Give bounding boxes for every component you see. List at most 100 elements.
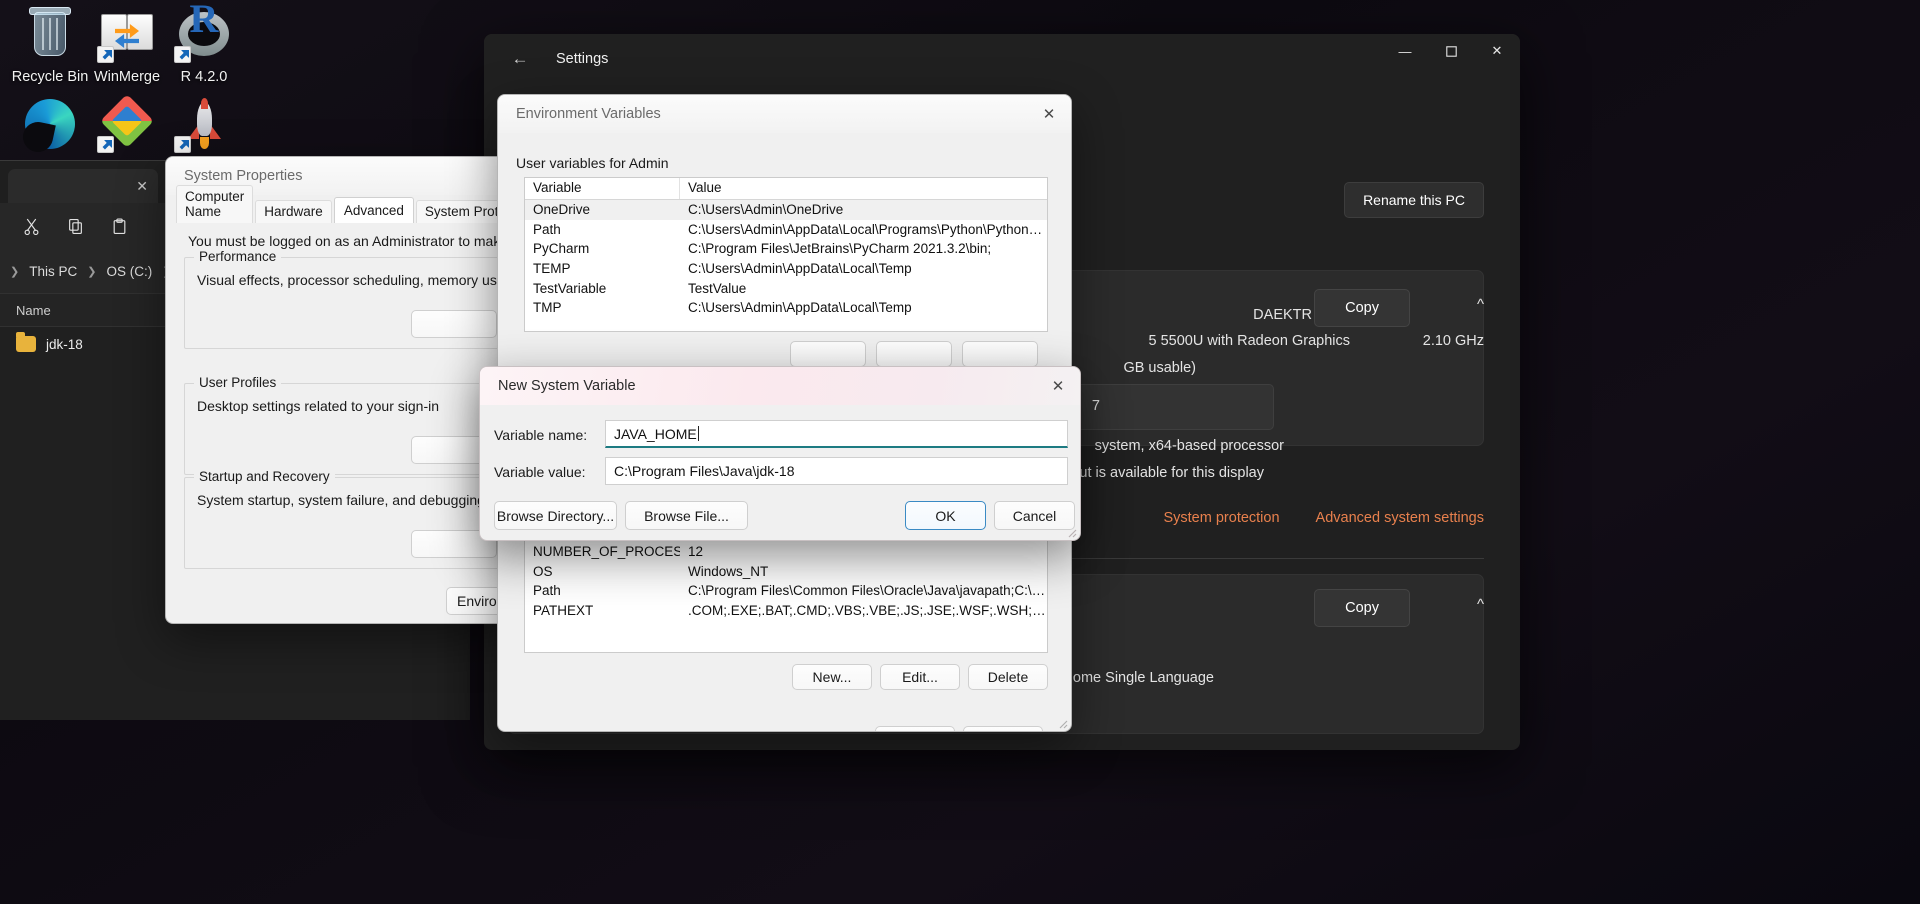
table-row[interactable]: TestVariable TestValue: [525, 278, 1047, 298]
processor-speed-value: 2.10 GHz: [1422, 333, 1484, 349]
paste-icon[interactable]: [100, 210, 138, 242]
close-button[interactable]: ✕: [1474, 34, 1520, 68]
desktop-icon-label: R 4.2.0: [180, 69, 228, 85]
variable-name-label: Variable name:: [494, 427, 588, 443]
system-delete-button[interactable]: Delete: [968, 664, 1048, 690]
table-row[interactable]: PyCharm C:\Program Files\JetBrains\PyChar…: [525, 239, 1047, 259]
variable-name-value: JAVA_HOME: [614, 425, 697, 442]
processor-value: 5 5500U with Radeon Graphics: [1148, 333, 1350, 349]
close-icon[interactable]: ✕: [1027, 95, 1071, 133]
tab-strip[interactable]: Computer Name Hardware Advanced System P…: [176, 185, 522, 223]
performance-group: Performance Visual effects, processor sc…: [184, 249, 522, 349]
related-links[interactable]: System protection Advanced system settin…: [1163, 510, 1484, 526]
variable-value-input[interactable]: C:\Program Files\Java\jdk-18: [605, 457, 1068, 485]
settings-titlebar[interactable]: ← Settings — ✕: [484, 34, 1520, 84]
desktop-icon-rocket[interactable]: [154, 96, 254, 159]
table-cell-value: 12: [688, 544, 704, 560]
variable-value-label: Variable value:: [494, 464, 586, 480]
chevron-right-icon: ❯: [10, 265, 20, 278]
device-id-value: 7: [1091, 398, 1100, 414]
tab-hardware[interactable]: Hardware: [255, 200, 332, 223]
startup-recovery-group: Startup and Recovery System startup, sys…: [184, 469, 522, 569]
link-advanced-system-settings[interactable]: Advanced system settings: [1316, 510, 1484, 526]
device-name-value: DAEKTR: [1253, 307, 1312, 323]
new-system-variable-body: Variable name: JAVA_HOME Variable value:…: [480, 405, 1080, 540]
breadcrumb-item-0[interactable]: This PC: [24, 261, 82, 282]
rename-pc-button[interactable]: Rename this PC: [1344, 182, 1484, 218]
user-variables-label: User variables for Admin: [516, 155, 669, 171]
environment-variables-titlebar[interactable]: Environment Variables ✕: [498, 95, 1071, 133]
browse-file-button[interactable]: Browse File...: [625, 501, 748, 530]
table-cell-variable: TEMP: [533, 261, 571, 277]
user-new-button[interactable]: [790, 341, 866, 367]
user-edit-button[interactable]: [876, 341, 952, 367]
close-icon[interactable]: ✕: [136, 178, 148, 195]
winmerge-icon: [97, 6, 155, 63]
device-id-box[interactable]: [1074, 384, 1274, 430]
table-cell-value: C:\Users\Admin\AppData\Local\Temp: [688, 300, 912, 316]
back-arrow-icon[interactable]: ←: [508, 49, 532, 69]
dialog-title: Environment Variables: [516, 106, 661, 122]
tab-advanced[interactable]: Advanced: [333, 197, 414, 223]
performance-group-label: Performance: [194, 249, 282, 264]
breadcrumb-item-1[interactable]: OS (C:): [101, 261, 157, 282]
performance-settings-button[interactable]: [411, 310, 497, 338]
system-properties-dialog[interactable]: System Properties Computer Name Hardware…: [165, 156, 523, 624]
cut-icon[interactable]: [12, 210, 50, 242]
table-row[interactable]: TMP C:\Users\Admin\AppData\Local\Temp: [525, 298, 1047, 318]
new-system-variable-dialog[interactable]: New System Variable ✕ Variable name: JAV…: [479, 366, 1081, 541]
system-new-button[interactable]: New...: [792, 664, 872, 690]
explorer-tab[interactable]: ✕: [8, 169, 158, 203]
copy-button-1[interactable]: Copy: [1314, 289, 1410, 327]
table-cell-variable: Path: [533, 221, 561, 237]
user-variables-rows: OneDrive C:\Users\Admin\OneDrive Path C:\Us…: [525, 200, 1047, 318]
table-row[interactable]: Path C:\Users\Admin\AppData\Local\Program…: [525, 220, 1047, 240]
table-cell-value: C:\Program Files\JetBrains\PyCharm 2021.…: [688, 241, 992, 257]
startup-recovery-description: System startup, system failure, and debu…: [197, 492, 523, 508]
table-cell-variable: TMP: [533, 300, 562, 316]
minimize-button[interactable]: —: [1382, 34, 1428, 68]
dialog-title: New System Variable: [498, 378, 636, 394]
ram-value: GB usable): [1123, 360, 1196, 376]
resize-grip[interactable]: [1056, 717, 1068, 729]
new-system-variable-titlebar[interactable]: New System Variable ✕: [480, 367, 1080, 405]
chevron-up-icon[interactable]: ^: [1477, 296, 1484, 313]
table-cell-variable: OS: [533, 563, 553, 579]
desktop-icon-r[interactable]: R R 4.2.0: [154, 0, 254, 86]
table-row[interactable]: PATHEXT .COM;.EXE;.BAT;.CMD;.VBS;.VBE;.JS…: [525, 601, 1047, 621]
table-row[interactable]: OS Windows_NT: [525, 562, 1047, 582]
table-cell-value: Windows_NT: [688, 563, 769, 579]
column-header-name: Name: [16, 302, 51, 318]
admin-notice: You must be logged on as an Administrato…: [188, 233, 522, 249]
window-caption-buttons[interactable]: — ✕: [1382, 34, 1520, 68]
new-system-variable-ok-button[interactable]: OK: [905, 501, 986, 530]
table-row[interactable]: NUMBER_OF_PROCESSORS 12: [525, 542, 1047, 562]
startup-recovery-group-label: Startup and Recovery: [194, 469, 335, 484]
table-row[interactable]: TEMP C:\Users\Admin\AppData\Local\Temp: [525, 259, 1047, 279]
copy-icon[interactable]: [56, 210, 94, 242]
copy-button-2[interactable]: Copy: [1314, 589, 1410, 627]
new-system-variable-cancel-button[interactable]: Cancel: [994, 501, 1075, 530]
table-cell-value: C:\Users\Admin\AppData\Local\Temp: [688, 261, 912, 277]
link-system-protection[interactable]: System protection: [1163, 510, 1279, 526]
user-delete-button[interactable]: [962, 341, 1038, 367]
system-edit-button[interactable]: Edit...: [880, 664, 960, 690]
microsoft-edge-icon: [20, 96, 78, 155]
browse-directory-button[interactable]: Browse Directory...: [494, 501, 617, 530]
performance-description: Visual effects, processor scheduling, me…: [197, 272, 522, 288]
maximize-button[interactable]: [1428, 34, 1474, 68]
chevron-right-icon: ❯: [87, 265, 97, 278]
environment-variables-ok-button[interactable]: OK: [875, 726, 955, 731]
rocket-app-icon: [174, 96, 232, 153]
user-profiles-group-label: User Profiles: [194, 375, 282, 390]
table-row[interactable]: Path C:\Program Files\Common Files\Oracle…: [525, 581, 1047, 601]
user-profiles-group: User Profiles Desktop settings related t…: [184, 375, 508, 475]
close-icon[interactable]: ✕: [1036, 367, 1080, 405]
environment-variables-cancel-button[interactable]: Cancel: [963, 726, 1043, 731]
resize-grip[interactable]: [1065, 526, 1077, 538]
tab-computer-name[interactable]: Computer Name: [176, 185, 254, 223]
table-row[interactable]: OneDrive C:\Users\Admin\OneDrive: [525, 200, 1047, 220]
user-variables-table[interactable]: Variable Value OneDrive C:\Users\Admin\On…: [524, 177, 1048, 332]
chevron-up-icon[interactable]: ^: [1477, 596, 1484, 613]
variable-name-input[interactable]: JAVA_HOME: [605, 420, 1068, 448]
